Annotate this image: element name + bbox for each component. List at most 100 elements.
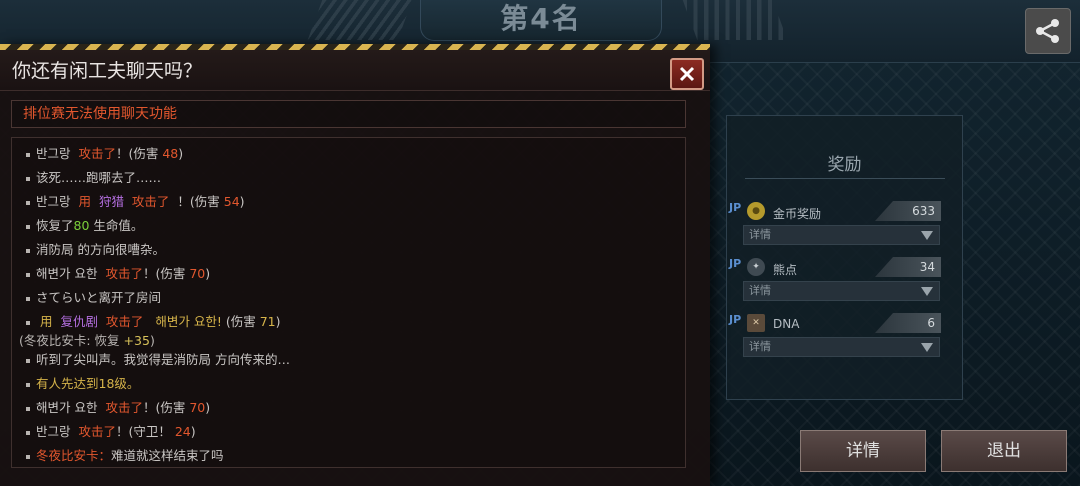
bullet [26, 454, 30, 459]
reward-detail-dropdown[interactable]: 详情 [743, 281, 940, 301]
log-skill: 复仇剧 [60, 314, 98, 329]
chevron-down-icon [921, 231, 933, 240]
reward-value: 34 [875, 257, 941, 277]
reward-row-dna: JP ✕ DNA 6 详情 [727, 313, 962, 363]
bullet [26, 382, 30, 387]
log-action: 攻击了 [131, 194, 170, 209]
log-actor: 반그랑 [36, 424, 71, 439]
reward-value: 6 [875, 313, 941, 333]
log-line: 恢复了80 生命值。 [12, 215, 682, 234]
exit-button[interactable]: 退出 [941, 430, 1067, 472]
reward-row-gold: JP ● 金币奖励 633 详情 [727, 201, 962, 251]
reward-name: DNA [773, 317, 800, 331]
log-line: 该死……跑哪去了…… [12, 167, 682, 186]
log-system: 有人先达到18级。 [36, 376, 140, 391]
log-damage: 71 [259, 314, 276, 329]
jp-badge: JP [729, 201, 742, 214]
log-damage: 70 [189, 400, 206, 415]
log-text: 生命值。 [93, 218, 144, 233]
reward-name: 熊点 [773, 263, 798, 277]
jp-badge: JP [729, 313, 742, 326]
log-line: 반그랑 用 狩猎 攻击了 ！(伤害 54) [12, 191, 682, 210]
log-text: ) [190, 424, 196, 439]
log-heal: 80 [73, 218, 90, 233]
chat-header: 你还有闲工夫聊天吗？ [0, 50, 710, 91]
log-text: ) [178, 146, 184, 161]
log-text: ！(守卫！ [115, 424, 171, 439]
log-damage: 48 [162, 146, 179, 161]
log-line: 听到了尖叫声。我觉得是消防局 方向传来的… [12, 349, 682, 368]
rewards-title: 奖励 [827, 155, 862, 175]
chevron-down-icon [921, 343, 933, 352]
bullet [26, 272, 30, 277]
log-text: (冬夜比安卡: 恢复 [19, 333, 120, 348]
details-button[interactable]: 详情 [800, 430, 926, 472]
log-target: 해변가 요한! [155, 314, 222, 329]
log-line: 반그랑 攻击了！(伤害 48) [12, 143, 682, 162]
reward-detail-label: 详情 [749, 340, 771, 353]
log-text: ！(伤害 [177, 194, 220, 209]
log-text: 听到了尖叫声。我觉得是消防局 方向传来的… [36, 352, 290, 367]
log-line: 有人先达到18级。 [12, 373, 682, 392]
log-subline: (冬夜比安卡: 恢复 +35) [12, 330, 682, 349]
reward-name: 金币奖励 [773, 207, 822, 221]
bullet [26, 248, 30, 253]
bear-points-icon: ✦ [747, 258, 765, 276]
log-heal: +35 [123, 333, 150, 348]
log-text: ！(伤害 [142, 266, 186, 281]
wing-ornament-right [682, 0, 788, 40]
log-text: 用 [78, 194, 91, 209]
log-action: 攻击了 [78, 146, 116, 161]
rewards-panel: 奖励 JP ● 金币奖励 633 详情 JP ✦ 熊点 34 详情 JP ✕ D… [726, 115, 963, 400]
log-skill: 狩猎 [98, 194, 124, 209]
log-action: 攻击了 [105, 314, 144, 329]
log-text: ！(伤害 [142, 400, 186, 415]
chevron-down-icon [921, 287, 933, 296]
log-text: ) [149, 333, 155, 348]
log-text: さてらいと离开了房间 [36, 290, 162, 305]
bullet [26, 320, 30, 325]
bullet [26, 430, 30, 435]
log-text: ) [239, 194, 245, 209]
log-actor: 해변가 요한 [36, 400, 98, 415]
reward-detail-label: 详情 [749, 284, 771, 297]
bullet [26, 224, 30, 229]
bullet [26, 152, 30, 157]
chat-title: 你还有闲工夫聊天吗？ [12, 60, 203, 82]
log-actor: 반그랑 [36, 146, 71, 161]
reward-row-bear-points: JP ✦ 熊点 34 详情 [727, 257, 962, 307]
close-button[interactable] [670, 58, 704, 90]
reward-detail-label: 详情 [749, 228, 771, 241]
bullet [26, 176, 30, 181]
chat-disabled-notice: 排位赛无法使用聊天功能 [11, 100, 686, 128]
log-text: (伤害 [225, 314, 256, 329]
reward-detail-dropdown[interactable]: 详情 [743, 337, 940, 357]
wing-ornament-left [307, 0, 413, 40]
log-text: 消防局 的方向很嘈杂。 [36, 242, 165, 257]
log-message: 难道就这样结束了吗 [111, 448, 224, 463]
log-text: ！(伤害 [115, 146, 159, 161]
rewards-divider [745, 178, 945, 179]
dna-icon: ✕ [747, 314, 765, 332]
log-line: 반그랑 攻击了！(守卫！ 24) [12, 421, 682, 440]
log-action: 攻击了 [105, 266, 143, 281]
log-text: 该死……跑哪去了…… [36, 170, 162, 185]
rank-title: 第4名 [420, 0, 662, 41]
chat-log[interactable]: 반그랑 攻击了！(伤害 48) 该死……跑哪去了…… 반그랑 用 狩猎 攻击了 … [11, 137, 686, 468]
gold-coin-icon: ● [747, 202, 765, 220]
log-actor: 해변가 요한 [36, 266, 98, 281]
log-text: ) [205, 266, 211, 281]
log-line: 消防局 的方向很嘈杂。 [12, 239, 682, 258]
log-line: 用 复仇剧 攻击了 해변가 요한! (伤害 71) (冬夜比安卡: 恢复 +35… [12, 311, 682, 349]
log-action: 攻击了 [78, 424, 116, 439]
reward-detail-dropdown[interactable]: 详情 [743, 225, 940, 245]
log-text: 用 [39, 314, 53, 329]
bullet [26, 296, 30, 301]
log-action: 攻击了 [105, 400, 143, 415]
log-text: ) [275, 314, 281, 329]
reward-value: 633 [875, 201, 941, 221]
log-text: ) [205, 400, 211, 415]
bullet [26, 358, 30, 363]
share-button[interactable] [1025, 8, 1071, 54]
jp-badge: JP [729, 257, 742, 270]
